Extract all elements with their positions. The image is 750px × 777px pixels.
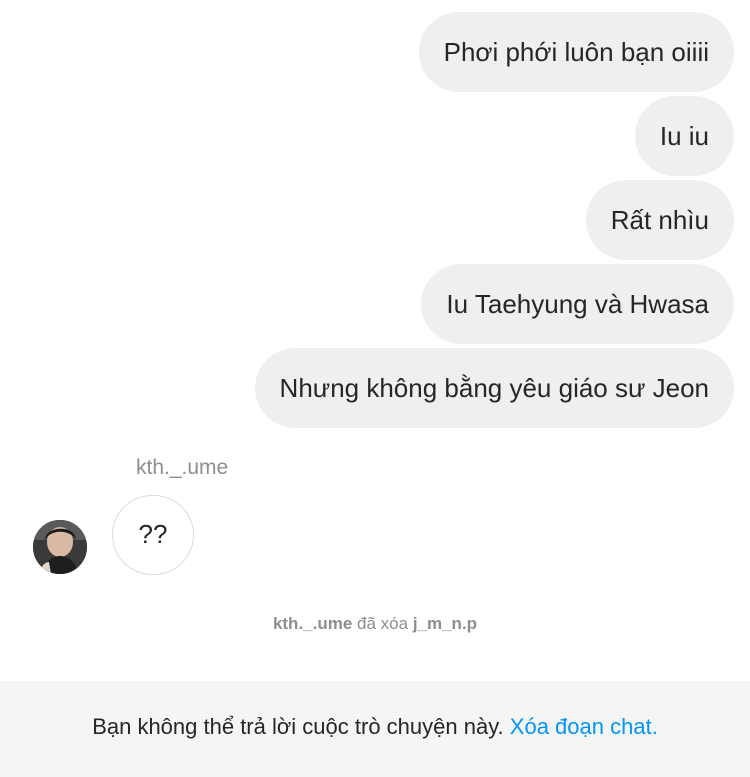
system-note: kth._.ume đã xóa j_m_n.p xyxy=(0,612,750,636)
incoming-message[interactable]: ?? xyxy=(112,495,194,575)
outgoing-message[interactable]: Iu Taehyung và Hwasa xyxy=(421,264,734,344)
incoming-sender-name: kth._.ume xyxy=(136,456,229,479)
chat-screen: Phơi phới luôn bạn oiiii Iu iu Rất nhìu … xyxy=(0,0,750,777)
cannot-reply-footer: Bạn không thể trả lời cuộc trò chuyện nà… xyxy=(0,681,750,777)
cannot-reply-notice: Bạn không thể trả lời cuộc trò chuyện nà… xyxy=(92,714,504,739)
outgoing-message[interactable]: Iu iu xyxy=(634,96,734,176)
system-note-actor: kth._.ume xyxy=(272,614,353,633)
profile-photo-icon xyxy=(33,520,87,574)
delete-chat-link[interactable]: Xóa đoạn chat. xyxy=(510,714,658,739)
outgoing-message[interactable]: Phơi phới luôn bạn oiiii xyxy=(418,12,734,92)
system-note-action: đã xóa xyxy=(357,614,409,633)
outgoing-message[interactable]: Nhưng không bằng yêu giáo sư Jeon xyxy=(254,348,734,428)
avatar[interactable] xyxy=(33,520,87,574)
system-note-target: j_m_n.p xyxy=(412,614,478,633)
outgoing-message[interactable]: Rất nhìu xyxy=(585,180,734,260)
